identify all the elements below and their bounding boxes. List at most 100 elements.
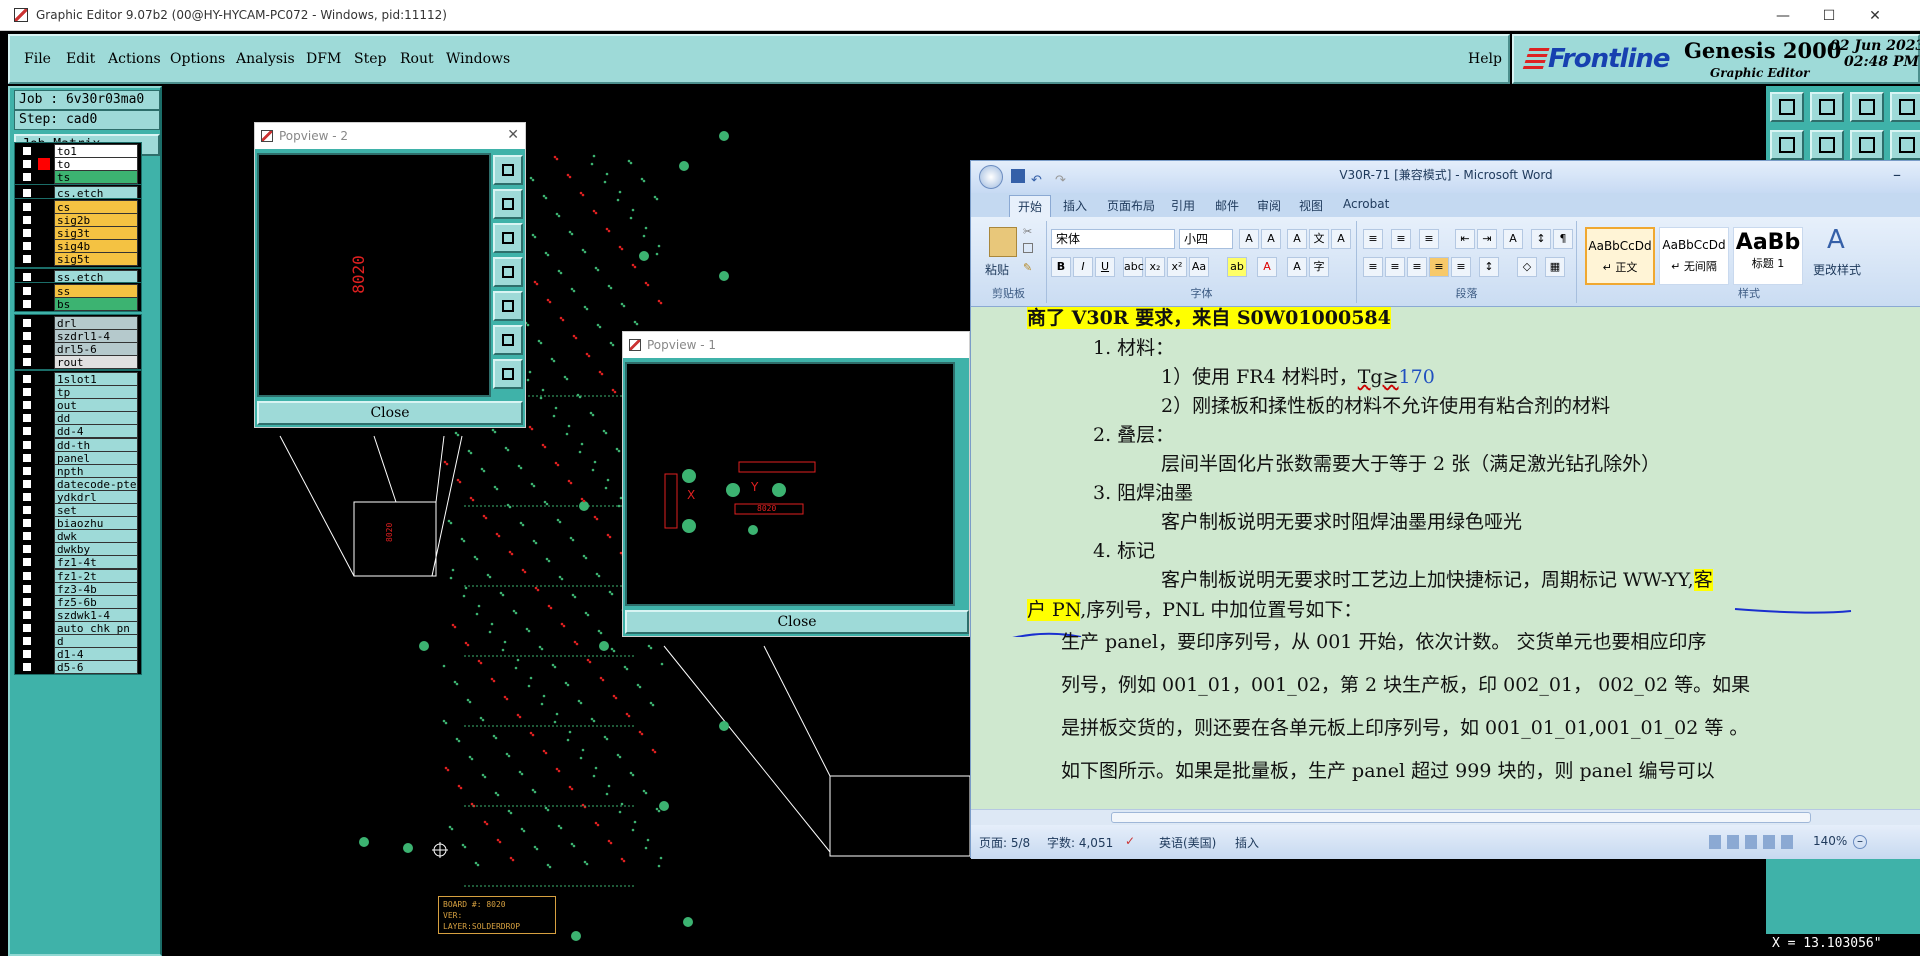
layer-checkbox[interactable] [22, 254, 32, 265]
layer-row[interactable]: ydkdrl [18, 489, 142, 504]
font-size-select[interactable]: 小四 [1179, 229, 1233, 249]
layer-checkbox[interactable] [22, 357, 32, 368]
layer-name[interactable]: dd-th [54, 437, 138, 452]
layer-row[interactable]: datecode-pte [18, 476, 142, 491]
layer-name[interactable]: ts [54, 170, 138, 185]
layer-checkbox[interactable] [22, 215, 32, 226]
layer-name[interactable]: fz5-6b [54, 594, 138, 609]
ribbon-tab[interactable]: Acrobat [1343, 197, 1389, 211]
menu-file[interactable]: File [24, 51, 51, 67]
highlight-button[interactable]: ab [1227, 257, 1247, 277]
zoom-level[interactable]: 140% [1813, 834, 1847, 848]
layer-row[interactable]: drl5-6 [18, 342, 142, 357]
layer-row[interactable]: fz1-4t [18, 555, 142, 570]
layer-color-swatch[interactable] [38, 425, 50, 438]
menu-step[interactable]: Step [354, 51, 386, 67]
layer-checkbox[interactable] [22, 439, 32, 450]
layer-name[interactable]: fz1-2t [54, 568, 138, 583]
layer-name[interactable]: out [54, 398, 138, 413]
layer-row[interactable]: panel [18, 450, 142, 465]
layer-checkbox[interactable] [22, 344, 32, 355]
line-spacing-button[interactable]: ↕ [1479, 257, 1499, 277]
layer-name[interactable]: sig4b [54, 239, 138, 254]
char-border-button[interactable]: A [1331, 229, 1351, 249]
horizontal-scrollbar[interactable] [971, 809, 1920, 825]
layer-row[interactable]: d5-6 [18, 660, 142, 675]
undo-icon[interactable]: ↶ [1031, 167, 1042, 195]
style-no-spacing[interactable]: AaBbCcDd ↵ 无间隔 [1659, 227, 1729, 285]
layer-name[interactable]: dd-4 [54, 424, 138, 439]
style-heading-1[interactable]: AaBb 标题 1 [1733, 227, 1803, 285]
word-minimize-button[interactable]: – [1893, 161, 1901, 189]
layer-name[interactable]: dd [54, 411, 138, 426]
layer-row[interactable]: sig4b [18, 239, 142, 254]
layer-name[interactable]: sig3t [54, 226, 138, 241]
menu-dfm[interactable]: DFM [306, 51, 341, 67]
layer-checkbox[interactable] [22, 518, 32, 529]
show-marks-button[interactable]: ¶ [1553, 229, 1573, 249]
tool-button-7[interactable] [1850, 130, 1884, 160]
layer-color-swatch[interactable] [38, 356, 50, 369]
char-shading-button[interactable]: A [1287, 257, 1307, 277]
layer-name[interactable]: biaozhu [54, 516, 138, 531]
popview-tool-button[interactable] [493, 291, 523, 321]
layer-checkbox[interactable] [22, 596, 32, 607]
menu-windows[interactable]: Windows [446, 51, 510, 67]
layer-color-swatch[interactable] [38, 240, 50, 253]
layer-checkbox[interactable] [22, 202, 32, 212]
copy-icon[interactable] [1023, 243, 1033, 253]
layer-name[interactable]: fz3-4b [54, 581, 138, 596]
layer-color-swatch[interactable] [38, 648, 50, 661]
layer-row[interactable]: to [18, 157, 142, 172]
layer-row[interactable]: dwk [18, 529, 142, 544]
layer-row[interactable]: szdwk1-4 [18, 607, 142, 622]
layer-name[interactable]: to [54, 157, 138, 172]
view-buttons[interactable] [1709, 835, 1799, 849]
menu-rout[interactable]: Rout [400, 51, 434, 67]
ribbon-tab[interactable]: 视图 [1299, 197, 1323, 214]
layer-row[interactable]: dwkby [18, 542, 142, 557]
layer-color-swatch[interactable] [38, 317, 50, 329]
layer-name[interactable]: npth [54, 463, 138, 478]
layer-name[interactable]: cs [54, 200, 138, 214]
layer-row[interactable]: sig2b [18, 213, 142, 228]
layer-checkbox[interactable] [22, 172, 32, 183]
borders-button[interactable]: ▦ [1545, 257, 1565, 277]
layer-row[interactable]: d1-4 [18, 647, 142, 662]
popview-1-canvas[interactable]: Y X 8020 [625, 362, 955, 606]
layer-color-swatch[interactable] [38, 490, 50, 503]
layer-color-swatch[interactable] [38, 285, 50, 297]
layer-row[interactable]: dd-th [18, 437, 142, 452]
justify-button[interactable]: ≡ [1429, 257, 1449, 277]
layer-color-swatch[interactable] [38, 145, 50, 157]
change-styles-button[interactable]: 更改样式 [1813, 261, 1861, 278]
menu-help[interactable]: Help [1468, 51, 1502, 67]
layer-checkbox[interactable] [22, 649, 32, 660]
layer-name[interactable]: 1slot1 [54, 372, 138, 386]
layer-row[interactable]: bs [18, 297, 142, 312]
layer-checkbox[interactable] [22, 609, 32, 620]
layer-color-swatch[interactable] [38, 661, 50, 674]
layer-checkbox[interactable] [22, 531, 32, 542]
tool-button-1[interactable] [1770, 92, 1804, 122]
layer-color-swatch[interactable] [38, 214, 50, 227]
page-count[interactable]: 页面: 5/8 [979, 834, 1030, 851]
layer-color-swatch[interactable] [38, 582, 50, 595]
layer-name[interactable]: szdrl1-4 [54, 329, 138, 344]
layer-color-swatch[interactable] [38, 412, 50, 425]
layer-name[interactable]: drl5-6 [54, 342, 138, 357]
layer-name[interactable]: d [54, 634, 138, 648]
layer-color-swatch[interactable] [38, 373, 50, 385]
popview-tool-button[interactable] [493, 257, 523, 287]
layer-row[interactable]: dd [18, 411, 142, 426]
layer-color-swatch[interactable] [38, 517, 50, 530]
numbering-button[interactable]: ≡ [1391, 229, 1411, 249]
layer-checkbox[interactable] [22, 557, 32, 568]
maximize-button[interactable]: ☐ [1806, 0, 1852, 31]
layer-row[interactable]: fz1-2t [18, 568, 142, 583]
layer-checkbox[interactable] [22, 299, 32, 310]
layer-color-swatch[interactable] [38, 608, 50, 621]
layer-color-swatch[interactable] [38, 399, 50, 412]
layer-checkbox[interactable] [22, 159, 32, 170]
layer-name[interactable]: datecode-pte [54, 476, 138, 491]
